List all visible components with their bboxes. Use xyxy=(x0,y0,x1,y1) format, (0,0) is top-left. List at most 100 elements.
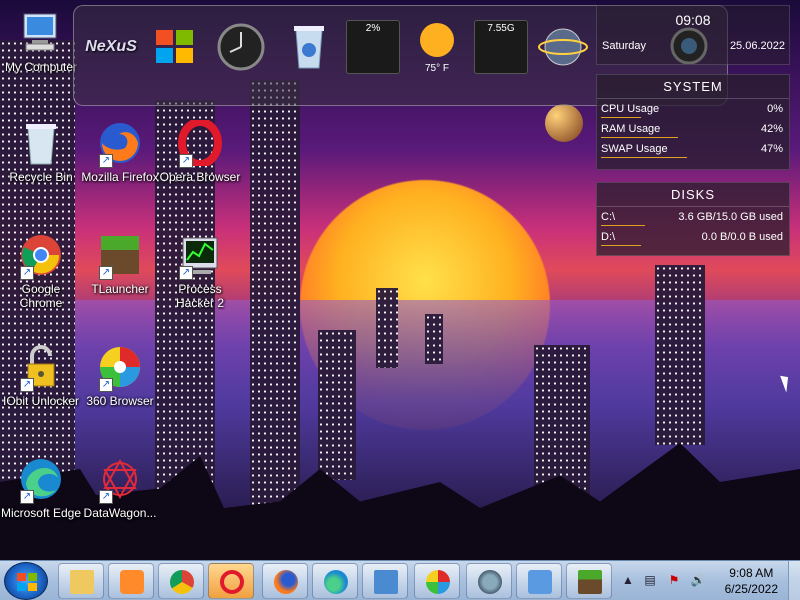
shortcut-arrow-icon: ↗ xyxy=(20,378,34,392)
clock-icon xyxy=(217,23,265,71)
dock-recycle-bin[interactable] xyxy=(282,20,336,74)
dock-nexus-logo[interactable]: NeXuS xyxy=(84,20,138,74)
taskbar-edge[interactable] xyxy=(312,563,358,599)
dock-network-globe[interactable] xyxy=(536,20,590,74)
dock-windows-logo[interactable] xyxy=(148,20,202,74)
taskbar-explorer[interactable] xyxy=(58,563,104,599)
system-row-swap: SWAP Usage 47% xyxy=(597,139,789,159)
network-tray-icon[interactable]: ▤ xyxy=(642,573,658,589)
disk-gauge-value: 7.55G xyxy=(487,23,515,34)
taskbar-time: 9:08 AM xyxy=(729,566,774,580)
globe-icon xyxy=(478,570,502,594)
weather-temp: 75° F xyxy=(424,63,449,74)
firefox-icon xyxy=(274,570,298,594)
taskbar: ▲ ▤ ⚑ 🔊 9:08 AM 6/25/2022 xyxy=(0,560,800,600)
desktop-icon-label: Mozilla Firefox xyxy=(81,170,159,184)
taskbar-chrome[interactable] xyxy=(158,563,204,599)
disks-widget[interactable]: DISKS C:\ 3.6 GB/15.0 GB used D:\ 0.0 B/… xyxy=(596,182,790,256)
folder-icon xyxy=(70,570,94,594)
dock-clock[interactable] xyxy=(214,20,268,74)
camera-lens-icon xyxy=(670,27,708,64)
show-hidden-icons-chevron-icon[interactable]: ▲ xyxy=(620,573,636,589)
desktop-icon-edge[interactable]: ↗ Microsoft Edge xyxy=(0,456,82,520)
monitor-icon xyxy=(374,570,398,594)
minecraft-grass-icon xyxy=(578,570,602,594)
shortcut-arrow-icon: ↗ xyxy=(20,490,34,504)
taskbar-clock[interactable]: 9:08 AM 6/25/2022 xyxy=(725,565,778,597)
desktop-icon-label: Google Chrome xyxy=(19,282,63,310)
taskbar-firefox[interactable] xyxy=(262,563,308,599)
desktop-icon-recycle-bin[interactable]: Recycle Bin xyxy=(0,120,82,184)
desktop-icon-360-browser[interactable]: ↗ 360 Browser xyxy=(79,344,161,408)
usage-bar xyxy=(601,117,641,118)
taskbar-network-manager[interactable] xyxy=(516,563,562,599)
taskbar-date: 6/25/2022 xyxy=(724,582,778,596)
desktop-icon-firefox[interactable]: ↗ Mozilla Firefox xyxy=(79,120,161,184)
shortcut-arrow-icon: ↗ xyxy=(99,154,113,168)
taskbar-opera[interactable] xyxy=(208,563,254,599)
desktop-icon-opera[interactable]: ↗ Opera Browser xyxy=(159,118,241,184)
disk-row-value: 0.0 B/0.0 B used xyxy=(701,231,783,243)
taskbar-tlauncher[interactable] xyxy=(566,563,612,599)
recycle-bin-icon xyxy=(18,120,64,166)
taskbar-media-player[interactable] xyxy=(108,563,154,599)
cpu-gauge-value: 2% xyxy=(365,23,381,34)
edge-icon: ↗ xyxy=(18,456,64,504)
system-row-value: 42% xyxy=(760,123,783,135)
wallpaper-building xyxy=(250,80,300,520)
taskbar-360-browser[interactable] xyxy=(414,563,460,599)
system-row-label: CPU Usage xyxy=(601,103,660,115)
shortcut-arrow-icon: ↗ xyxy=(179,266,193,280)
desktop-icon-label: Opera Browser xyxy=(159,170,241,184)
volume-icon[interactable]: 🔊 xyxy=(690,573,706,589)
start-button[interactable] xyxy=(4,562,48,600)
desktop-icon-tlauncher[interactable]: ↗ TLauncher xyxy=(79,232,161,296)
process-hacker-icon: ↗ xyxy=(177,232,223,280)
wallpaper-building xyxy=(534,345,590,495)
wallpaper-building xyxy=(655,265,705,445)
sun-weather-icon xyxy=(420,23,454,57)
disk-row-value: 3.6 GB/15.0 GB used xyxy=(678,211,783,223)
wallpaper-planet xyxy=(545,104,583,142)
show-desktop-button[interactable] xyxy=(788,561,800,600)
desktop-icon-label: TLauncher xyxy=(91,282,149,296)
taskbar-network-globe[interactable] xyxy=(466,563,512,599)
desktop-icon-label: My Computer xyxy=(4,60,78,74)
disk-row-label: C:\ xyxy=(601,211,616,223)
shortcut-arrow-icon: ↗ xyxy=(99,490,113,504)
dock-cpu-gauge[interactable]: 2% xyxy=(346,20,400,74)
dock-disk-gauge[interactable]: 7.55G xyxy=(474,20,528,74)
edge-icon xyxy=(324,570,348,594)
system-row-ram: RAM Usage 42% xyxy=(597,119,789,139)
action-center-flag-icon[interactable]: ⚑ xyxy=(666,573,682,589)
wallpaper-building xyxy=(425,314,443,364)
chrome-icon: ↗ xyxy=(18,232,64,280)
usage-bar xyxy=(601,225,645,226)
shortcut-arrow-icon: ↗ xyxy=(99,266,113,280)
desktop-icon-chrome[interactable]: ↗ Google Chrome xyxy=(0,232,82,310)
dock-weather[interactable]: 75° F xyxy=(410,20,464,74)
shortcut-arrow-icon: ↗ xyxy=(179,154,193,168)
system-row-label: RAM Usage xyxy=(601,123,661,135)
disks-widget-title: DISKS xyxy=(597,183,789,207)
system-row-cpu: CPU Usage 0% xyxy=(597,99,789,119)
desktop-icon-datawagon[interactable]: ↗ DataWagon... xyxy=(79,456,161,520)
desktop-icon-iobit-unlocker[interactable]: ↗ IObit Unlocker xyxy=(0,344,82,408)
shortcut-arrow-icon: ↗ xyxy=(20,266,34,280)
taskbar-remote-desktop[interactable] xyxy=(362,563,408,599)
desktop-icon-label: IObit Unlocker xyxy=(2,394,80,408)
network-manager-icon xyxy=(528,570,552,594)
unlock-icon: ↗ xyxy=(18,344,64,392)
desktop-icon-my-computer[interactable]: My Computer xyxy=(0,10,82,74)
system-row-value: 0% xyxy=(767,103,783,115)
clock-day: Saturday xyxy=(602,40,647,52)
clock-widget[interactable]: 09:08 Saturday 25.06.2022 xyxy=(596,5,790,65)
desktop-icon-label: 360 Browser xyxy=(86,394,154,408)
opera-icon xyxy=(220,570,244,594)
system-widget[interactable]: SYSTEM CPU Usage 0% RAM Usage 42% SWAP U… xyxy=(596,74,790,170)
desktop-icon-process-hacker[interactable]: ↗ Process Hacker 2 xyxy=(159,232,241,310)
trash-icon xyxy=(294,26,324,69)
chrome-icon xyxy=(170,570,194,594)
clock-date: 25.06.2022 xyxy=(729,40,785,52)
minecraft-grass-icon: ↗ xyxy=(97,232,143,280)
